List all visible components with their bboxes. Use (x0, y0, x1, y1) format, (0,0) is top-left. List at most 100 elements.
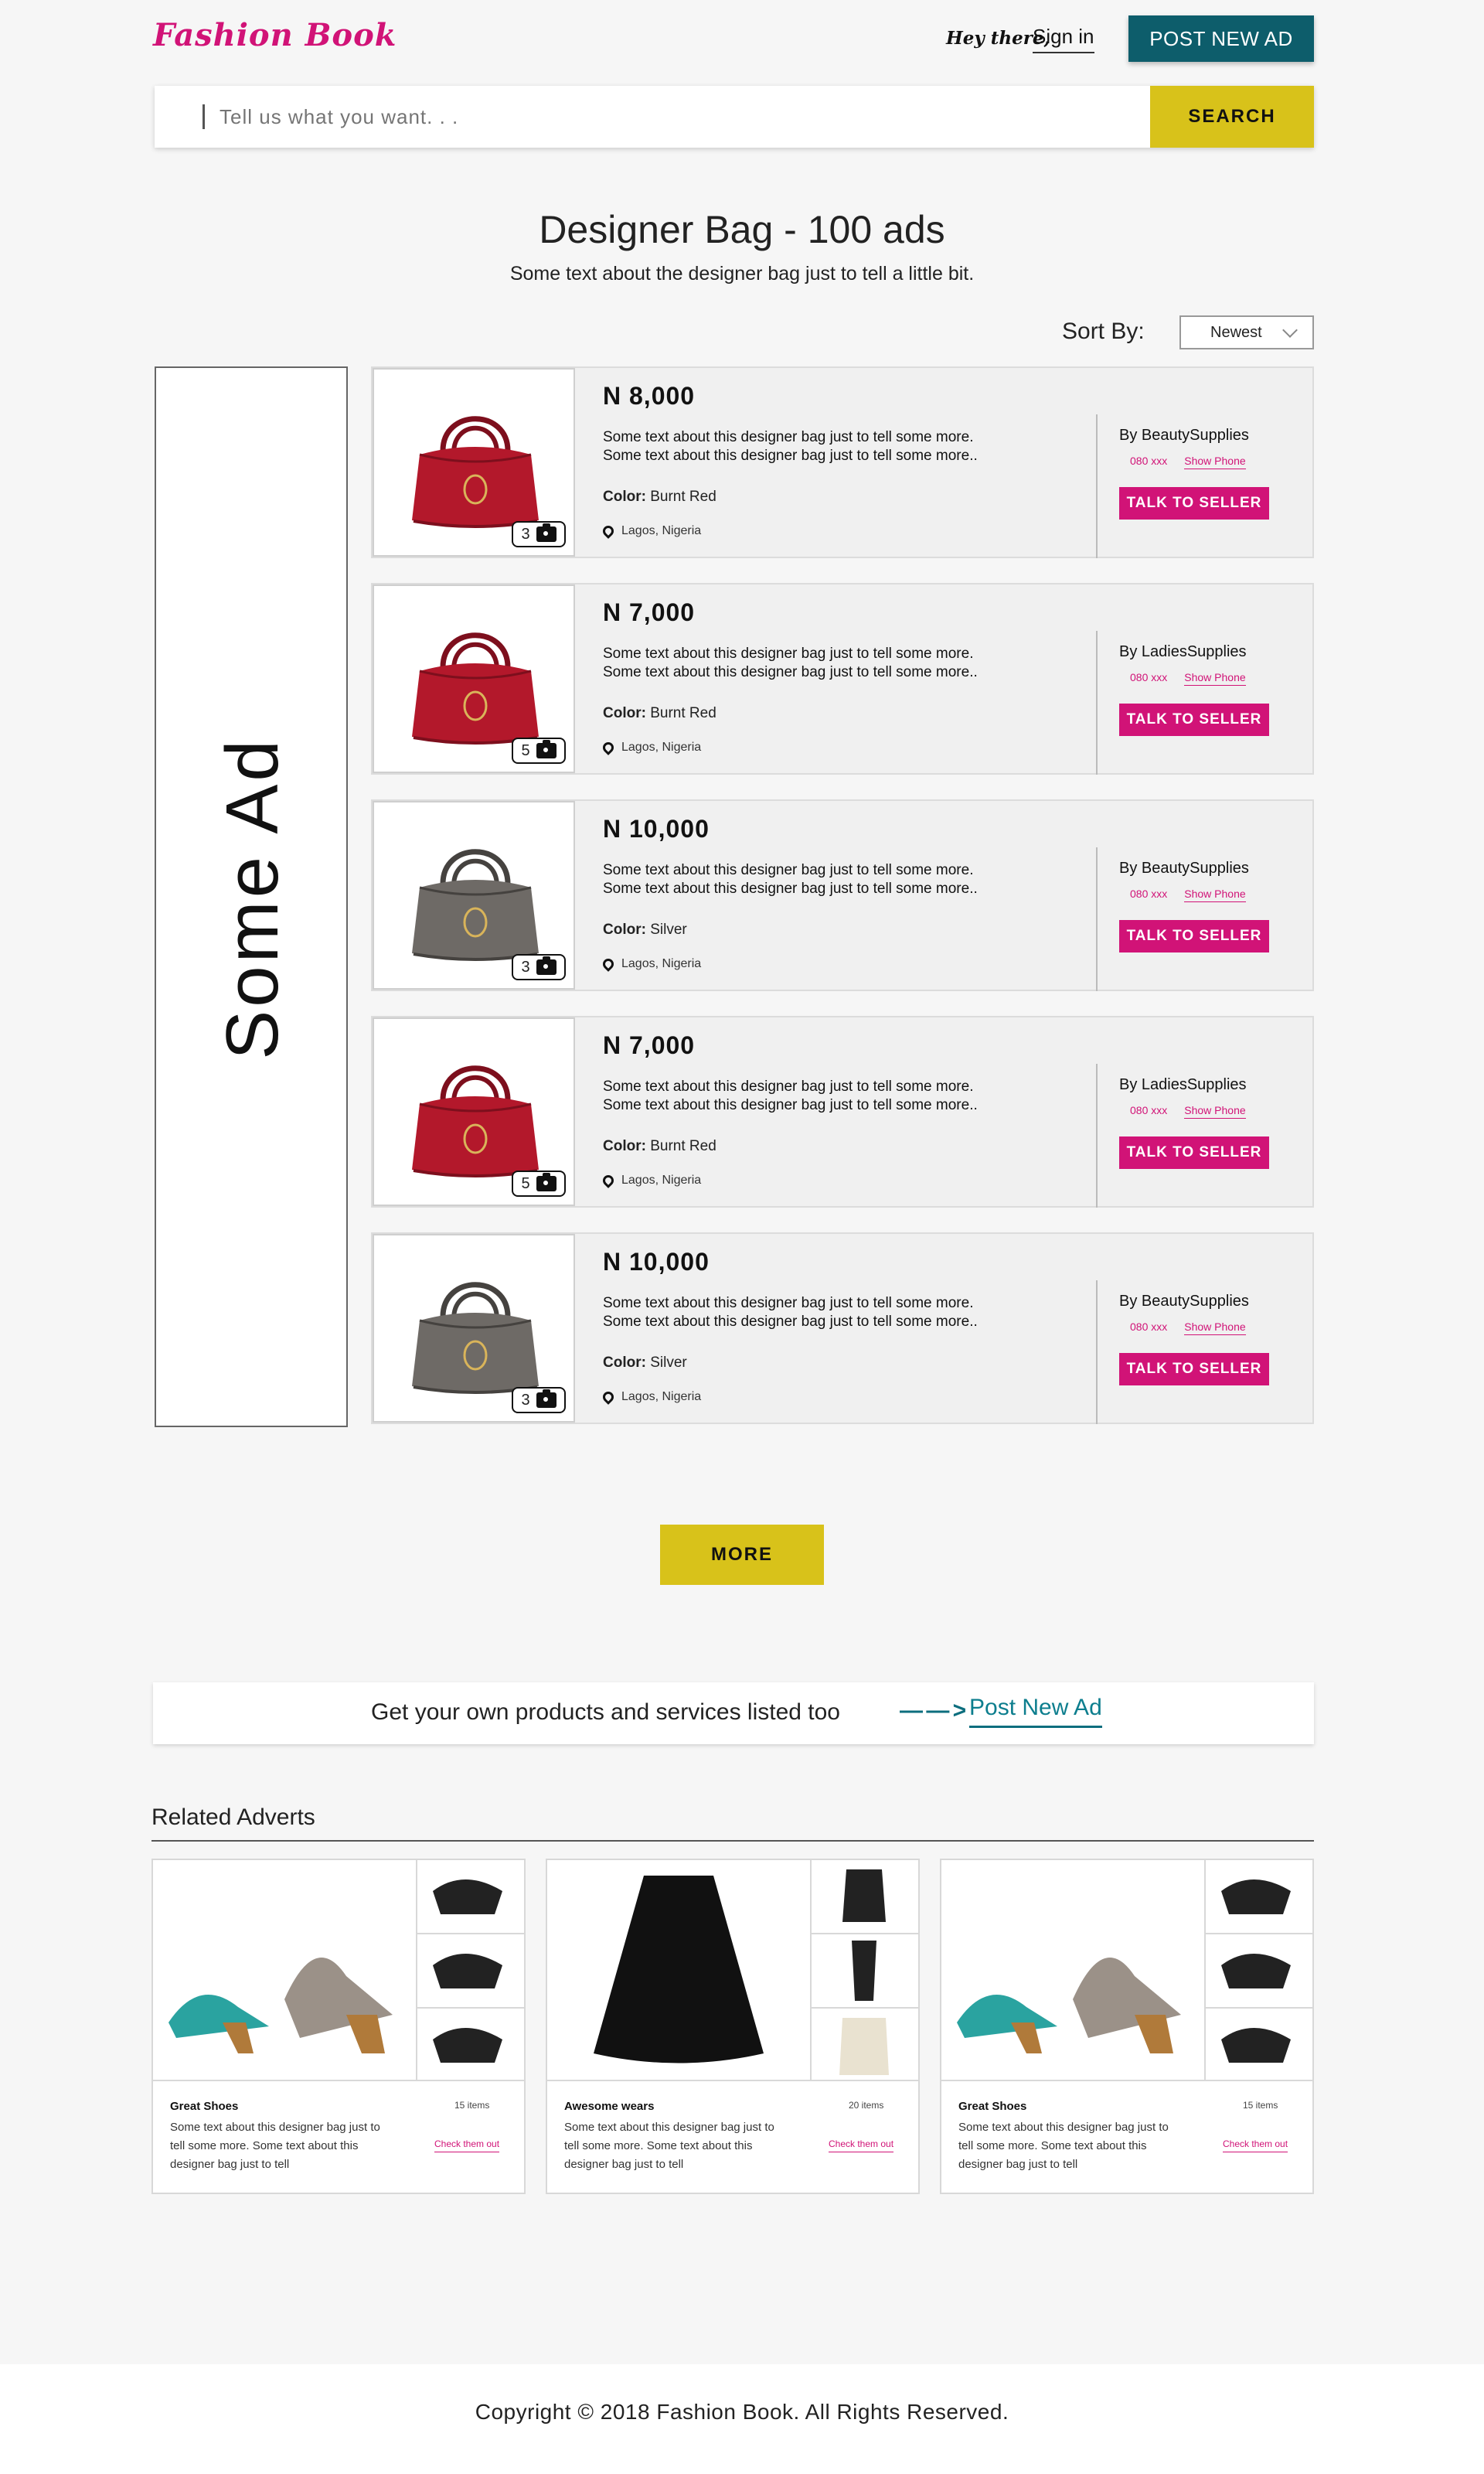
photo-count-badge[interactable]: 3 (512, 521, 566, 547)
thumb-shape (839, 2018, 889, 2075)
related-card-title[interactable]: Great Shoes (170, 2100, 238, 2113)
listing-card[interactable]: 5 N 7,000 Some text about this designer … (371, 583, 1314, 775)
search-button[interactable]: SEARCH (1150, 86, 1314, 148)
photo-count-badge[interactable]: 3 (512, 1387, 566, 1413)
listing-image[interactable]: 5 (373, 584, 575, 773)
listing-image[interactable]: 3 (373, 1234, 575, 1423)
talk-to-seller-button[interactable]: TALK TO SELLER (1119, 1136, 1269, 1169)
footer: Copyright © 2018 Fashion Book. All Right… (0, 2364, 1484, 2474)
listing-price[interactable]: N 8,000 (603, 382, 695, 411)
description-line: Some text about this designer bag just t… (603, 1079, 974, 1095)
side-advert[interactable]: Some Ad (155, 366, 348, 1427)
related-card[interactable]: Great Shoes 15 items Some text about thi… (940, 1859, 1314, 2194)
related-card-count: 20 items (849, 2100, 884, 2111)
thumb-image (842, 1869, 886, 1922)
related-card-title[interactable]: Awesome wears (564, 2100, 654, 2113)
related-thumb[interactable] (1206, 1860, 1312, 1934)
sign-in-link[interactable]: Sign in (1033, 25, 1094, 53)
check-them-out-link[interactable]: Check them out (434, 2138, 500, 2152)
search-input[interactable] (155, 86, 1150, 148)
listing-image[interactable]: 3 (373, 801, 575, 990)
description-line: Some text about this designer bag just t… (603, 881, 978, 897)
listing-image[interactable]: 5 (373, 1017, 575, 1206)
seller-name[interactable]: By BeautySupplies (1119, 860, 1249, 877)
talk-to-seller-button[interactable]: TALK TO SELLER (1119, 920, 1269, 952)
talk-to-seller-button[interactable]: TALK TO SELLER (1119, 487, 1269, 520)
talk-to-seller-button[interactable]: TALK TO SELLER (1119, 1353, 1269, 1385)
listing-card[interactable]: 5 N 7,000 Some text about this designer … (371, 1016, 1314, 1208)
divider (1096, 1064, 1098, 1208)
related-thumb[interactable] (812, 2009, 918, 2081)
logo[interactable]: Fashion Book (153, 17, 397, 53)
show-phone-link[interactable]: Show Phone (1184, 1104, 1246, 1119)
listing-price[interactable]: N 10,000 (603, 1248, 710, 1276)
related-card[interactable]: Great Shoes 15 items Some text about thi… (151, 1859, 526, 2194)
photo-count-badge[interactable]: 5 (512, 738, 566, 764)
shoes-image (168, 1958, 393, 2053)
seller-phone: 080 xxx Show Phone (1130, 455, 1246, 469)
show-phone-link[interactable]: Show Phone (1184, 1320, 1246, 1335)
arrow-right-icon: — — > (900, 1698, 966, 1723)
related-thumb[interactable] (1206, 2009, 1312, 2081)
photo-count-badge[interactable]: 3 (512, 954, 566, 980)
seller-phone: 080 xxx Show Phone (1130, 1320, 1246, 1335)
location-text: Lagos, Nigeria (621, 1390, 702, 1403)
color-value: Burnt Red (650, 489, 716, 505)
photo-count-badge[interactable]: 5 (512, 1171, 566, 1197)
description-line: Some text about this designer bag just t… (603, 1314, 978, 1330)
description-line: Some text about this designer bag just t… (603, 862, 974, 878)
divider (1096, 631, 1098, 775)
related-card-count: 15 items (1243, 2100, 1278, 2111)
listing-price[interactable]: N 7,000 (603, 598, 695, 627)
description-line: Some text about this designer bag just t… (603, 1295, 974, 1311)
listing-price[interactable]: N 7,000 (603, 1031, 695, 1060)
show-phone-link[interactable]: Show Phone (1184, 455, 1246, 469)
shoe-shape (957, 1995, 1057, 2038)
listing-price[interactable]: N 10,000 (603, 815, 710, 843)
related-card[interactable]: Awesome wears 20 items Some text about t… (546, 1859, 920, 2194)
related-main-image[interactable] (153, 1860, 417, 2081)
listing-location: Lagos, Nigeria (601, 740, 701, 755)
related-main-image[interactable] (941, 1860, 1206, 2081)
sort-select[interactable]: Newest (1179, 315, 1314, 349)
thumb-image (433, 1954, 502, 1988)
show-phone-link[interactable]: Show Phone (1184, 888, 1246, 902)
related-main-image[interactable] (547, 1860, 812, 2081)
handbag-shape (412, 880, 539, 959)
show-phone-link[interactable]: Show Phone (1184, 671, 1246, 686)
post-new-ad-button[interactable]: POST NEW AD (1128, 15, 1314, 62)
photo-count: 3 (521, 1391, 530, 1409)
listing-location: Lagos, Nigeria (601, 1173, 701, 1188)
photo-count: 3 (521, 958, 530, 976)
listing-color: Color: Silver (603, 1355, 687, 1372)
listing-description: Some text about this designer bag just t… (603, 428, 1067, 465)
seller-name[interactable]: By LadiesSupplies (1119, 1076, 1247, 1094)
listing-image[interactable]: 3 (373, 368, 575, 557)
related-thumb[interactable] (417, 1860, 524, 1934)
listing-card[interactable]: 3 N 10,000 Some text about this designer… (371, 799, 1314, 991)
page-title: Designer Bag - 100 ads (539, 208, 945, 251)
post-new-ad-link[interactable]: Post New Ad (969, 1695, 1102, 1728)
seller-name[interactable]: By LadiesSupplies (1119, 643, 1247, 661)
related-thumb[interactable] (812, 1934, 918, 2009)
location-pin-icon (601, 740, 616, 755)
check-them-out-link[interactable]: Check them out (829, 2138, 894, 2152)
skirt-shape (594, 1876, 764, 2063)
related-card-title[interactable]: Great Shoes (958, 2100, 1026, 2113)
listing-card[interactable]: 3 N 10,000 Some text about this designer… (371, 1232, 1314, 1424)
related-thumb[interactable] (812, 1860, 918, 1934)
color-value: Burnt Red (650, 705, 716, 721)
related-thumb[interactable] (417, 2009, 524, 2081)
more-button[interactable]: MORE (660, 1525, 824, 1585)
listing-card[interactable]: 3 N 8,000 Some text about this designer … (371, 366, 1314, 558)
seller-name[interactable]: By BeautySupplies (1119, 427, 1249, 445)
seller-name[interactable]: By BeautySupplies (1119, 1293, 1249, 1310)
related-thumb[interactable] (1206, 1934, 1312, 2009)
talk-to-seller-button[interactable]: TALK TO SELLER (1119, 704, 1269, 736)
handbag-shape (412, 1313, 539, 1392)
related-thumb[interactable] (417, 1934, 524, 2009)
shoe-shape (346, 2015, 385, 2053)
photo-count: 3 (521, 525, 530, 543)
description-line: Some text about this designer bag just t… (603, 664, 978, 680)
check-them-out-link[interactable]: Check them out (1223, 2138, 1288, 2152)
